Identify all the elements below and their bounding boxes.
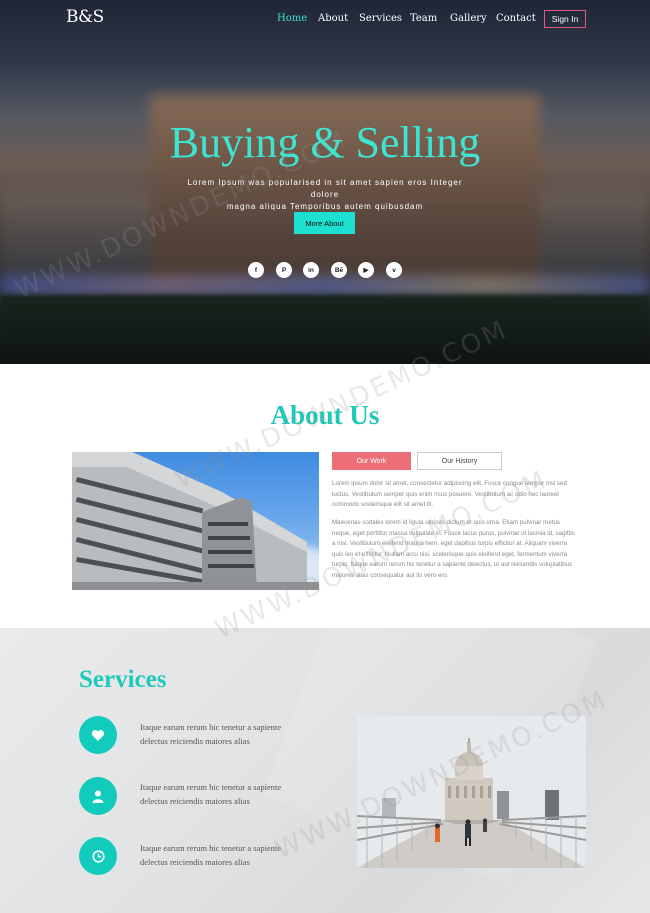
service-item-2-text: Itaque earum rerum hic tenetur a sapient… — [140, 781, 330, 808]
about-building-image — [72, 452, 319, 590]
page: B&S Home About Services Team Gallery Con… — [0, 0, 650, 913]
service-item-3-text: Itaque earum rerum hic tenetur a sapient… — [140, 842, 330, 869]
about-paragraph-1: Lorem ipsum dolor sit amet, consectetur … — [332, 480, 567, 508]
hero-section: B&S Home About Services Team Gallery Con… — [0, 0, 650, 364]
sign-in-button[interactable]: Sign In — [544, 10, 586, 28]
services-cathedral-image — [357, 716, 586, 868]
nav-team[interactable]: Team — [410, 13, 437, 24]
about-paragraph-2: Maecenas sodales lorem id ligula ultrice… — [332, 519, 575, 579]
about-title: About Us — [270, 400, 380, 430]
service-item-1-line2: delectus reiciendis maiores alias — [140, 735, 250, 746]
facebook-icon[interactable]: f — [248, 262, 264, 278]
tab-our-history[interactable]: Our History — [417, 452, 502, 470]
hero-title: Buying & Selling — [169, 118, 481, 167]
service-heart-button[interactable] — [79, 716, 117, 754]
service-item-2-line2: delectus reiciendis maiores alias — [140, 795, 250, 806]
nav-home[interactable]: Home — [277, 13, 307, 24]
top-nav: B&S Home About Services Team Gallery Con… — [0, 0, 650, 40]
hero-subtitle-line2: magna aliqua Temporibus autem quibusdam — [226, 202, 424, 211]
user-icon — [92, 790, 104, 803]
pinterest-icon[interactable]: P — [276, 262, 292, 278]
service-user-button[interactable] — [79, 777, 117, 815]
service-item-2-line1: Itaque earum rerum hic tenetur a sapient… — [140, 782, 282, 792]
nav-about[interactable]: About — [318, 13, 348, 24]
services-title: Services — [79, 666, 167, 693]
service-item-1-line1: Itaque earum rerum hic tenetur a sapient… — [140, 722, 282, 732]
vimeo-icon[interactable]: v — [386, 262, 402, 278]
building-illustration — [72, 452, 319, 590]
hero-subtitle: Lorem Ipsum was popularised in sit amet … — [180, 177, 470, 213]
heart-icon — [91, 729, 105, 741]
tab-our-work[interactable]: Our Work — [332, 452, 411, 470]
youtube-icon[interactable]: ▶ — [358, 262, 374, 278]
nav-services[interactable]: Services — [359, 13, 402, 24]
service-item-3-line2: delectus reiciendis maiores alias — [140, 856, 250, 867]
service-item-1-text: Itaque earum rerum hic tenetur a sapient… — [140, 721, 330, 748]
site-logo[interactable]: B&S — [66, 7, 104, 27]
hero-subtitle-line1: Lorem Ipsum was popularised in sit amet … — [187, 178, 463, 199]
behance-icon[interactable]: Bē — [331, 262, 347, 278]
clock-icon — [91, 849, 105, 863]
service-item-3-line1: Itaque earum rerum hic tenetur a sapient… — [140, 843, 282, 853]
nav-gallery[interactable]: Gallery — [450, 13, 487, 24]
service-clock-button[interactable] — [79, 837, 117, 875]
nav-contact[interactable]: Contact — [496, 13, 536, 24]
more-about-button[interactable]: More About — [294, 212, 355, 234]
linkedin-icon[interactable]: in — [303, 262, 319, 278]
cathedral-bridge-illustration — [357, 716, 586, 868]
